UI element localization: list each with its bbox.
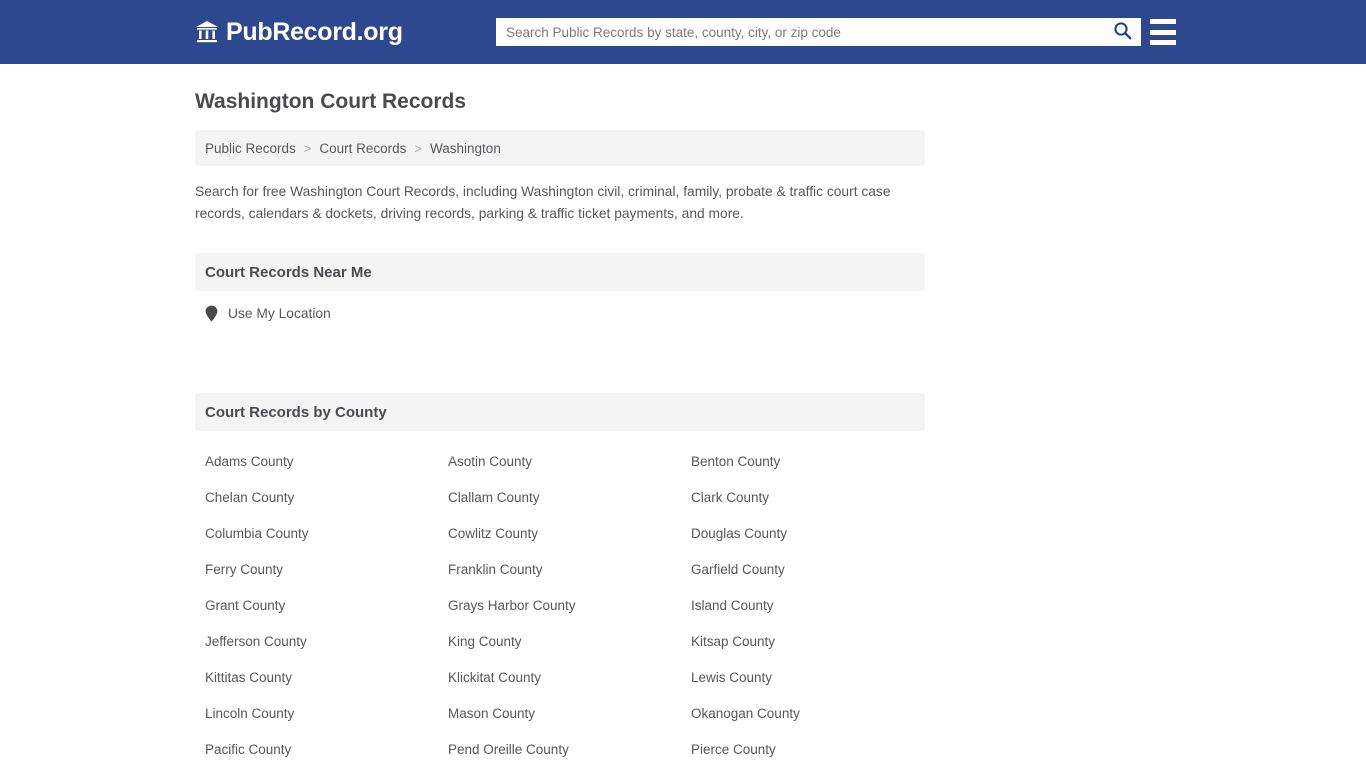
county-link[interactable]: Franklin County [448,552,691,588]
county-link[interactable]: Columbia County [205,516,448,552]
county-link[interactable]: Garfield County [691,552,934,588]
breadcrumb-separator: > [303,140,312,156]
county-link[interactable]: Clark County [691,480,934,516]
county-link[interactable]: Grant County [205,588,448,624]
county-link[interactable]: Lincoln County [205,696,448,732]
main-content: Washington Court Records Public Records … [0,64,1366,768]
site-logo[interactable]: PubRecord.org [195,19,403,45]
county-link[interactable]: Jefferson County [205,624,448,660]
county-link[interactable]: Ferry County [205,552,448,588]
near-me-section: Use My Location [195,291,925,365]
county-link[interactable]: Klickitat County [448,660,691,696]
search-icon [1113,21,1132,43]
county-list: Adams County Asotin County Benton County Ch… [195,431,925,768]
county-link[interactable]: Mason County [448,696,691,732]
map-pin-icon [205,305,218,322]
section-title-by-county: Court Records by County [205,403,387,421]
search-bar [496,18,1141,46]
breadcrumb: Public Records > Court Records > Washing… [195,130,925,166]
use-my-location-label: Use My Location [228,306,331,321]
search-button[interactable] [1103,18,1141,46]
page-description: Search for free Washington Court Records… [195,184,891,221]
county-link[interactable]: Clallam County [448,480,691,516]
county-link[interactable]: Asotin County [448,444,691,480]
county-link[interactable]: Cowlitz County [448,516,691,552]
site-logo-text: PubRecord.org [226,18,403,46]
county-link[interactable]: Pierce County [691,732,934,768]
page-title: Washington Court Records [195,90,467,113]
search-input[interactable] [496,19,1103,45]
section-header-by-county: Court Records by County [195,393,925,431]
hamburger-menu-icon[interactable] [1150,19,1176,45]
county-link[interactable]: Lewis County [691,660,934,696]
county-link[interactable]: Island County [691,588,934,624]
use-my-location-link[interactable]: Use My Location [205,305,331,322]
county-link[interactable]: King County [448,624,691,660]
county-link[interactable]: Grays Harbor County [448,588,691,624]
section-title-near-me: Court Records Near Me [205,263,372,281]
county-link[interactable]: Kittitas County [205,660,448,696]
county-link[interactable]: Chelan County [205,480,448,516]
breadcrumb-item-washington: Washington [430,140,501,156]
county-link[interactable]: Pend Oreille County [448,732,691,768]
county-link[interactable]: Douglas County [691,516,934,552]
county-link[interactable]: Benton County [691,444,934,480]
county-link[interactable]: Pacific County [205,732,448,768]
county-link[interactable]: Kitsap County [691,624,934,660]
breadcrumb-item-public-records[interactable]: Public Records [205,141,296,156]
site-header: PubRecord.org [0,0,1366,64]
menu-bar-3 [1150,40,1176,45]
menu-bar-2 [1150,29,1176,35]
menu-bar-1 [1150,19,1176,24]
breadcrumb-item-court-records[interactable]: Court Records [319,141,406,156]
county-link[interactable]: Okanogan County [691,696,934,732]
bank-building-icon [195,19,219,45]
county-link[interactable]: Adams County [205,444,448,480]
breadcrumb-separator: > [414,140,423,156]
section-header-near-me: Court Records Near Me [195,253,925,291]
